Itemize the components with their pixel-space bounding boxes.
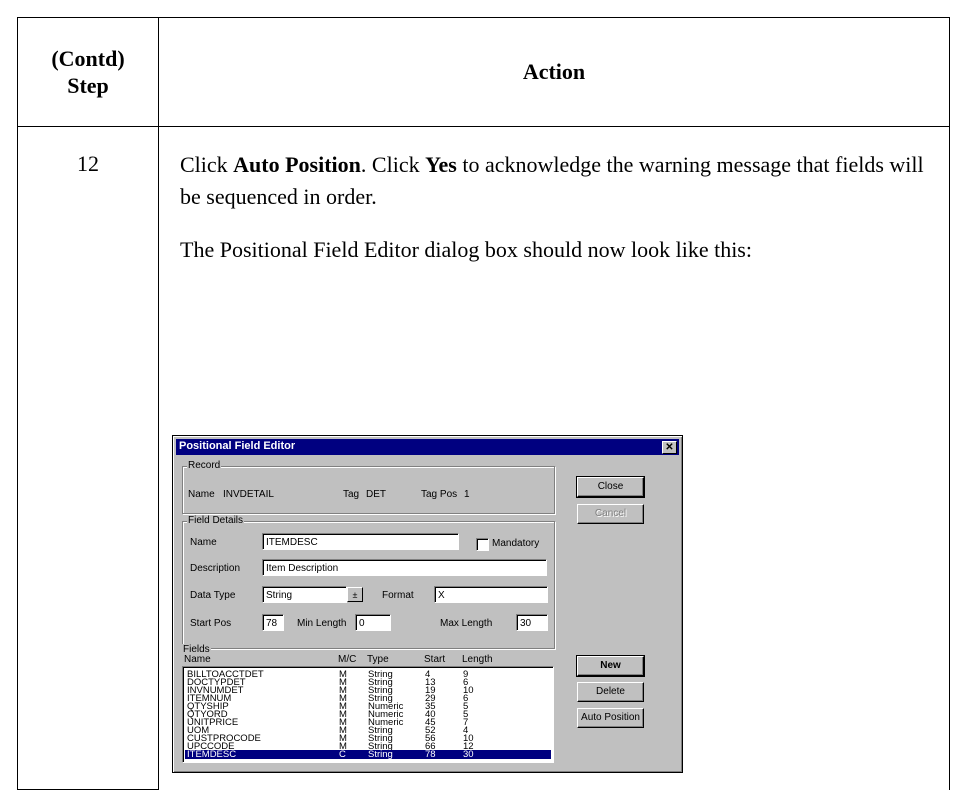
record-name-label: Name	[188, 489, 215, 500]
record-tagpos-label: Tag Pos	[421, 489, 458, 500]
step-column-header: (Contd) Step	[17, 17, 159, 127]
record-name-value: INVDETAIL	[223, 489, 274, 500]
step-header-line2: Step	[67, 73, 109, 98]
field-details-group-label: Field Details	[187, 515, 245, 526]
step-header-line1: (Contd)	[51, 46, 125, 71]
minlength-label: Min Length	[297, 618, 347, 629]
cancel-button[interactable]: Cancel	[577, 504, 644, 524]
datatype-select[interactable]: String	[262, 586, 347, 603]
row-type: String	[368, 749, 393, 760]
record-tag-value: DET	[366, 489, 386, 500]
action-column-header: Action	[158, 17, 950, 127]
record-tag-label: Tag	[343, 489, 360, 500]
auto-position-button[interactable]: Auto Position	[577, 708, 644, 728]
auto-position-emphasis: Auto Position	[233, 152, 361, 177]
positional-field-editor-dialog: Positional Field Editor ✕ Record Name IN…	[172, 435, 683, 773]
record-group: Record Name INVDETAIL Tag DET Tag Pos 1	[182, 460, 555, 514]
field-name-label: Name	[190, 537, 217, 548]
dialog-titlebar: Positional Field Editor ✕	[176, 439, 679, 455]
record-tagpos-value: 1	[464, 489, 470, 500]
format-label: Format	[382, 590, 414, 601]
dropdown-arrow-icon[interactable]: ±	[347, 587, 363, 602]
yes-emphasis: Yes	[425, 152, 457, 177]
minlength-input[interactable]: 0	[355, 614, 391, 631]
close-button[interactable]: Close	[576, 476, 645, 498]
maxlength-label: Max Length	[440, 618, 493, 629]
startpos-input[interactable]: 78	[262, 614, 284, 631]
col-header-mc: M/C	[338, 654, 357, 665]
dialog-caption: The Positional Field Editor dialog box s…	[180, 237, 752, 262]
row-mc: C	[339, 749, 346, 760]
col-header-type: Type	[367, 654, 389, 665]
datatype-label: Data Type	[190, 590, 236, 601]
maxlength-input[interactable]: 30	[516, 614, 548, 631]
dialog-title: Positional Field Editor	[179, 440, 296, 452]
close-icon[interactable]: ✕	[662, 441, 677, 454]
record-group-label: Record	[187, 460, 222, 471]
col-header-start: Start	[424, 654, 446, 665]
step-instruction: Click Auto Position. Click Yes to acknow…	[180, 152, 924, 209]
mandatory-label: Mandatory	[492, 538, 540, 549]
list-item[interactable]: ITEMDESC C String 78 30	[185, 750, 551, 759]
startpos-label: Start Pos	[190, 618, 232, 629]
mandatory-checkbox[interactable]	[476, 538, 489, 551]
step-number: 12	[17, 126, 159, 790]
description-label: Description	[190, 563, 241, 574]
col-header-name: Name	[184, 654, 211, 665]
row-name: ITEMDESC	[187, 749, 237, 760]
new-button[interactable]: New	[576, 655, 645, 677]
field-name-input[interactable]: ITEMDESC	[262, 533, 459, 550]
col-header-length: Length	[462, 654, 493, 665]
row-start: 78	[425, 749, 436, 760]
field-details-group: Field Details Name ITEMDESC Mandatory De…	[182, 515, 555, 649]
fields-list[interactable]: BILLTOACCTDET M String 4 9 DOCTYPDET M String 13…	[182, 666, 554, 763]
delete-button[interactable]: Delete	[577, 682, 644, 702]
format-input[interactable]: X	[434, 586, 548, 603]
description-input[interactable]: Item Description	[262, 559, 547, 576]
row-length: 30	[463, 749, 474, 760]
